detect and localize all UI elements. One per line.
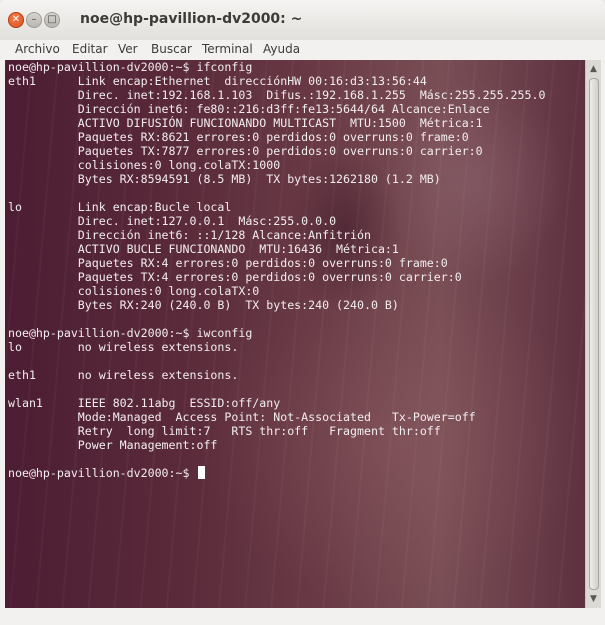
window-bottom-edge (0, 608, 605, 625)
terminal-line-text: Direc. inet:192.168.1.103 Difus.:192.168… (8, 88, 546, 102)
maximize-button[interactable]: □ (44, 12, 60, 28)
terminal-line-text: wlan1 IEEE 802.11abg ESSID:off/any (8, 396, 281, 410)
terminal-line-text: eth1 Link encap:Ethernet direcciónHW 00:… (8, 74, 427, 88)
terminal-line-text: ACTIVO DIFUSIÓN FUNCIONANDO MULTICAST MT… (8, 116, 483, 130)
terminal-line: Paquetes TX:4 errores:0 perdidos:0 overr… (8, 270, 585, 284)
menu-archivo[interactable]: Archivo (13, 41, 62, 57)
terminal-line-text: colisiones:0 long.colaTX:1000 (8, 158, 281, 172)
terminal-line: Power Management:off (8, 438, 585, 452)
terminal-line: Paquetes RX:4 errores:0 perdidos:0 overr… (8, 256, 585, 270)
terminal-line-text: Paquetes RX:8621 errores:0 perdidos:0 ov… (8, 130, 469, 144)
terminal-line: noe@hp-pavillion-dv2000:~$ iwconfig (8, 326, 585, 340)
scrollbar-thumb[interactable] (589, 78, 599, 590)
terminal-line-text: Dirección inet6: fe80::216:d3ff:fe13:564… (8, 102, 490, 116)
terminal-line-text: colisiones:0 long.colaTX:0 (8, 284, 260, 298)
menu-bar: Archivo Editar Ver Buscar Terminal Ayuda (0, 40, 605, 60)
terminal-line: colisiones:0 long.colaTX:0 (8, 284, 585, 298)
terminal-cursor (198, 466, 206, 479)
terminal-text: noe@hp-pavillion-dv2000:~$ ifconfig eth1 … (8, 60, 585, 480)
terminal-line: lo no wireless extensions. (8, 340, 585, 354)
terminal-line-text: Dirección inet6: ::1/128 Alcance:Anfitri… (8, 228, 371, 242)
menu-editar[interactable]: Editar (70, 41, 110, 57)
minimize-button[interactable]: – (26, 12, 42, 28)
terminal-line: Bytes RX:240 (240.0 B) TX bytes:240 (240… (8, 298, 585, 312)
scroll-up-arrow-icon[interactable]: ▲ (586, 62, 601, 76)
terminal-line-text: Paquetes TX:7877 errores:0 perdidos:0 ov… (8, 144, 483, 158)
terminal-line: ACTIVO DIFUSIÓN FUNCIONANDO MULTICAST MT… (8, 116, 585, 130)
menu-terminal[interactable]: Terminal (200, 41, 255, 57)
terminal-line: Paquetes TX:7877 errores:0 perdidos:0 ov… (8, 144, 585, 158)
terminal-line: Direc. inet:192.168.1.103 Difus.:192.168… (8, 88, 585, 102)
terminal-line: Dirección inet6: fe80::216:d3ff:fe13:564… (8, 102, 585, 116)
terminal-line: eth1 no wireless extensions. (8, 368, 585, 382)
terminal-line-text: ACTIVO BUCLE FUNCIONANDO MTU:16436 Métri… (8, 242, 399, 256)
terminal-line-text: noe@hp-pavillion-dv2000:~$ (8, 466, 197, 480)
terminal-line: Bytes RX:8594591 (8.5 MB) TX bytes:12621… (8, 172, 585, 186)
terminal-line-text: Paquetes TX:4 errores:0 perdidos:0 overr… (8, 270, 462, 284)
vertical-scrollbar[interactable]: ▲ ▼ (585, 60, 601, 608)
terminal-line-text: Bytes RX:8594591 (8.5 MB) TX bytes:12621… (8, 172, 441, 186)
terminal-line: ACTIVO BUCLE FUNCIONANDO MTU:16436 Métri… (8, 242, 585, 256)
terminal-line: Dirección inet6: ::1/128 Alcance:Anfitri… (8, 228, 585, 242)
terminal-output[interactable]: noe@hp-pavillion-dv2000:~$ ifconfig eth1 … (5, 60, 585, 608)
terminal-line-text: noe@hp-pavillion-dv2000:~$ iwconfig (8, 326, 253, 340)
minimize-icon: – (31, 14, 37, 25)
terminal-line: noe@hp-pavillion-dv2000:~$ ifconfig (8, 60, 585, 74)
terminal-line: colisiones:0 long.colaTX:1000 (8, 158, 585, 172)
terminal-line-text: Power Management:off (8, 438, 218, 452)
window-title: noe@hp-pavillion-dv2000: ~ (80, 11, 303, 27)
terminal-line-text: Paquetes RX:4 errores:0 perdidos:0 overr… (8, 256, 448, 270)
close-button[interactable]: ✕ (8, 12, 24, 28)
terminal-line: Retry long limit:7 RTS thr:off Fragment … (8, 424, 585, 438)
terminal-line-text: Direc. inet:127.0.0.1 Másc:255.0.0.0 (8, 214, 337, 228)
terminal-line: noe@hp-pavillion-dv2000:~$ (8, 466, 585, 480)
terminal-line-text: Mode:Managed Access Point: Not-Associate… (8, 410, 476, 424)
maximize-icon: □ (47, 14, 57, 25)
scroll-down-arrow-icon[interactable]: ▼ (586, 592, 601, 606)
terminal-line-text: lo Link encap:Bucle local (8, 200, 232, 214)
terminal-line: wlan1 IEEE 802.11abg ESSID:off/any (8, 396, 585, 410)
terminal-line: Paquetes RX:8621 errores:0 perdidos:0 ov… (8, 130, 585, 144)
terminal-line: lo Link encap:Bucle local (8, 200, 585, 214)
menu-buscar[interactable]: Buscar (149, 41, 194, 57)
menu-ayuda[interactable]: Ayuda (261, 41, 302, 57)
terminal-window: ✕ – □ noe@hp-pavillion-dv2000: ~ Archivo… (0, 0, 605, 625)
terminal-line-text: lo no wireless extensions. (8, 340, 239, 354)
terminal-line-text: noe@hp-pavillion-dv2000:~$ ifconfig (8, 60, 253, 74)
terminal-line: Direc. inet:127.0.0.1 Másc:255.0.0.0 (8, 214, 585, 228)
title-bar[interactable]: ✕ – □ noe@hp-pavillion-dv2000: ~ (0, 0, 605, 40)
terminal-line: Mode:Managed Access Point: Not-Associate… (8, 410, 585, 424)
close-icon: ✕ (11, 14, 21, 25)
menu-ver[interactable]: Ver (116, 41, 140, 57)
terminal-line-text: Bytes RX:240 (240.0 B) TX bytes:240 (240… (8, 298, 399, 312)
terminal-line-text: Retry long limit:7 RTS thr:off Fragment … (8, 424, 441, 438)
terminal-line: eth1 Link encap:Ethernet direcciónHW 00:… (8, 74, 585, 88)
terminal-line-text: eth1 no wireless extensions. (8, 368, 239, 382)
